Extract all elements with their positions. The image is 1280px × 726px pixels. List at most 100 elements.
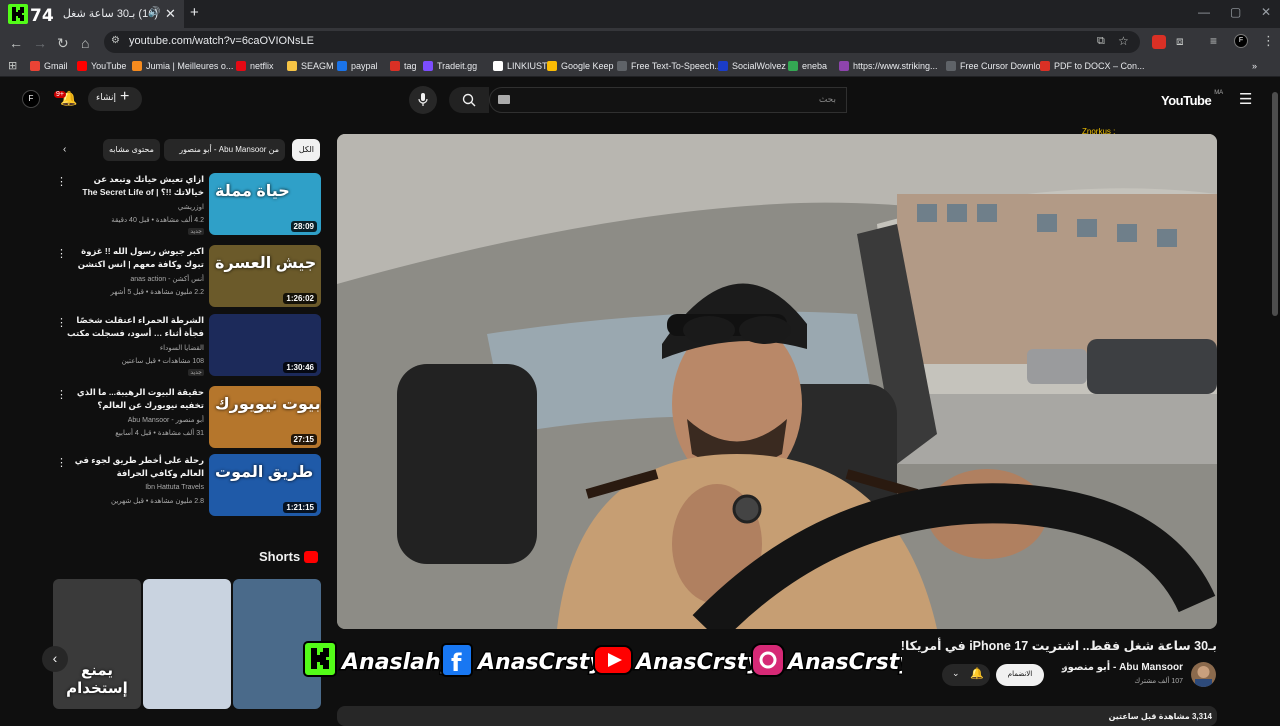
bookmark-item[interactable]: SocialWolvez: [718, 61, 786, 71]
recommendation-item[interactable]: بيوت نيويورك 27:15 حقيقة البيوت الرهيبة.…: [50, 386, 322, 450]
recommendation-item[interactable]: حياة مملة 28:09 ازاي تعيش حياتك وتبعد عن…: [50, 173, 322, 237]
channel-name[interactable]: Ibn Hattuta Travels: [145, 484, 204, 491]
subscribed-button[interactable]: 🔔 ⌄: [942, 664, 990, 686]
bookmark-favicon-icon: [337, 61, 347, 71]
short-thumbnail[interactable]: يمنع إستخدام: [53, 579, 141, 709]
recommendation-item[interactable]: 1:30:46 الشرطة الحمراء اعتقلت شخصًا فجأة…: [50, 314, 322, 378]
cast-icon[interactable]: ⧉: [1097, 35, 1105, 48]
recommendation-item[interactable]: جيش العسرة 1:26:02 اكبر جيوش رسول الله !…: [50, 245, 322, 309]
bookmark-item[interactable]: tag: [390, 61, 417, 71]
bookmark-item[interactable]: Gmail: [30, 61, 68, 71]
shorts-prev-button[interactable]: ‹: [42, 646, 68, 672]
video-thumbnail[interactable]: جيش العسرة 1:26:02: [209, 245, 321, 307]
description-box[interactable]: [337, 706, 1217, 726]
video-duration: 1:30:46: [283, 362, 317, 373]
bookmark-item[interactable]: Google Keep: [547, 61, 614, 71]
browser-menu-icon[interactable]: ⋮: [1262, 33, 1275, 49]
more-actions-icon[interactable]: ⋮: [56, 316, 67, 329]
video-thumbnail[interactable]: 1:30:46: [209, 314, 321, 376]
more-bookmarks-icon[interactable]: »: [1252, 61, 1257, 71]
bookmark-star-icon[interactable]: ☆: [1118, 34, 1129, 48]
bookmark-label: YouTube: [91, 61, 127, 71]
channel-name[interactable]: القضايا السوداء: [160, 344, 204, 352]
search-input[interactable]: بحث: [489, 87, 847, 113]
voice-search-button[interactable]: [409, 86, 437, 114]
short-caption: يمنع إستخدام: [66, 662, 128, 697]
channel-name[interactable]: أنس أكشن - anas action: [130, 275, 204, 283]
minimize-icon[interactable]: —: [1198, 5, 1210, 19]
channel-name[interactable]: أبو منصور - Abu Mansoor: [128, 416, 204, 424]
keyboard-icon[interactable]: [498, 95, 510, 104]
video-player[interactable]: [337, 134, 1217, 629]
browser-tab-active[interactable]: 74 (16) بـ30 ساعة شغل فقط... 🔊 ✕: [0, 0, 184, 28]
bookmark-item[interactable]: YouTube: [77, 61, 126, 71]
forward-icon[interactable]: →: [33, 35, 47, 51]
video-duration: 28:09: [290, 221, 317, 232]
bookmark-item[interactable]: netflix: [236, 61, 274, 71]
bookmark-item[interactable]: paypal: [337, 61, 378, 71]
video-thumbnail[interactable]: بيوت نيويورك 27:15: [209, 386, 321, 448]
bookmark-item[interactable]: PDF to DOCX – Con...: [1040, 61, 1145, 71]
bookmark-favicon-icon: [493, 61, 503, 71]
video-title[interactable]: الشرطة الحمراء اعتقلت شخصًا فجأة أثناء ……: [64, 314, 204, 342]
reload-icon[interactable]: ↻: [57, 35, 69, 51]
bookmark-item[interactable]: SEAGM: [287, 61, 334, 71]
close-tab-icon[interactable]: ✕: [165, 6, 176, 22]
create-button[interactable]: إنشاء +: [88, 87, 142, 111]
create-label: إنشاء: [96, 92, 117, 102]
video-thumbnail[interactable]: حياة مملة 28:09: [209, 173, 321, 235]
more-actions-icon[interactable]: ⋮: [56, 247, 67, 260]
video-title[interactable]: اكبر جيوش رسول الله !! غزوة تبوك وكافة م…: [64, 245, 204, 271]
back-icon[interactable]: ←: [9, 35, 23, 51]
chip-from-channel[interactable]: من Abu Mansoor - أبو منصور: [164, 139, 285, 161]
video-title[interactable]: حقيقة البيوت الرهيبة... ما الذي تخفيه ني…: [64, 386, 204, 412]
scrollbar-thumb[interactable]: [1272, 92, 1278, 316]
bookmark-label: SocialWolvez: [732, 61, 786, 71]
youtube-logo[interactable]: YouTube MA: [1158, 90, 1224, 109]
region-code: MA: [1214, 90, 1224, 96]
channel-name[interactable]: اوزريشي: [178, 203, 204, 211]
speaker-icon[interactable]: 🔊: [148, 7, 160, 18]
recommendation-item[interactable]: طريق الموت 1:21:15 رحلة على أخطر طريق لج…: [50, 454, 322, 518]
reading-list-icon[interactable]: ≡: [1210, 34, 1217, 48]
bookmark-label: LINKIUST: [507, 61, 548, 71]
close-window-icon[interactable]: ✕: [1261, 5, 1271, 19]
join-button[interactable]: الانضمام: [996, 664, 1044, 686]
bookmark-item[interactable]: Free Text-To-Speech...: [617, 61, 722, 71]
chip-related[interactable]: محتوى مشابه: [103, 139, 160, 161]
account-avatar[interactable]: F: [22, 90, 40, 108]
more-actions-icon[interactable]: ⋮: [56, 175, 67, 188]
bookmark-item[interactable]: Free Cursor Downlo...: [946, 61, 1048, 71]
bookmark-item[interactable]: eneba: [788, 61, 827, 71]
profile-avatar[interactable]: F: [1234, 34, 1248, 48]
thumbnail-text: بيوت نيويورك: [215, 396, 321, 413]
short-thumbnail[interactable]: [143, 579, 231, 709]
bookmark-item[interactable]: https://www.striking...: [839, 61, 938, 71]
video-title[interactable]: رحلة على أخطر طريق لجوء في العالم وكافي …: [64, 454, 204, 480]
chip-all[interactable]: الكل: [292, 139, 320, 161]
channel-avatar[interactable]: [1191, 662, 1216, 687]
bookmark-item[interactable]: LINKIUST: [493, 61, 548, 71]
apps-grid-icon[interactable]: ⊞: [8, 59, 17, 72]
more-actions-icon[interactable]: ⋮: [56, 456, 67, 469]
channel-name[interactable]: Abu Mansoor - أبو منصور: [1062, 662, 1183, 673]
bookmark-item[interactable]: Jumia | Meilleures o...: [132, 61, 233, 71]
search-button[interactable]: [449, 87, 489, 113]
more-actions-icon[interactable]: ⋮: [56, 388, 67, 401]
new-tab-icon[interactable]: +: [190, 4, 199, 21]
home-icon[interactable]: ⌂: [81, 35, 89, 51]
thumbnail-text: طريق الموت: [215, 464, 314, 481]
video-title[interactable]: ازاي تعيش حياتك وتبعد عن خيالاتك !!؟ | T…: [64, 173, 204, 201]
site-info-icon[interactable]: ⚙: [111, 35, 120, 46]
video-thumbnail[interactable]: طريق الموت 1:21:15: [209, 454, 321, 516]
extensions-icon[interactable]: ⧈: [1176, 34, 1184, 49]
video-meta: 31 ألف مشاهدة • قبل 4 أسابيع: [115, 430, 204, 437]
video-duration: 1:21:15: [283, 502, 317, 513]
url-text[interactable]: youtube.com/watch?v=6caOVIONsLE: [129, 35, 314, 47]
bookmark-item[interactable]: Tradeit.gg: [423, 61, 477, 71]
maximize-icon[interactable]: ▢: [1230, 5, 1241, 19]
chips-scroll-left-icon[interactable]: ‹: [63, 144, 66, 155]
extension-red-icon[interactable]: [1152, 35, 1166, 49]
notification-count-badge: 9+: [54, 91, 66, 98]
guide-menu-icon[interactable]: ☰: [1239, 90, 1252, 108]
